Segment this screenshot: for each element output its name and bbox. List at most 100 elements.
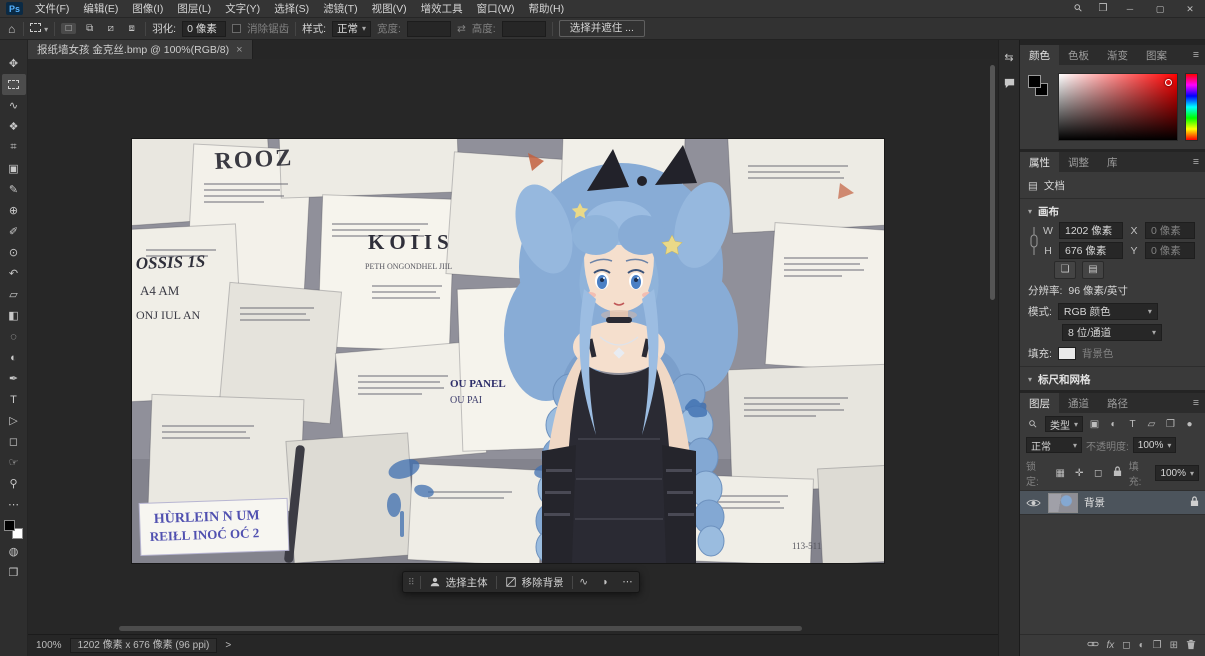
saturation-brightness-field[interactable] <box>1058 73 1178 141</box>
layer-visibility-eye-icon[interactable] <box>1024 498 1042 508</box>
vertical-scrollbar[interactable] <box>990 65 996 618</box>
lock-transparency-icon[interactable]: ▦ <box>1053 468 1068 479</box>
foreground-color-swatch[interactable] <box>4 520 15 531</box>
tab-properties[interactable]: 属性 <box>1020 152 1059 172</box>
panel-menu-icon[interactable]: ≡ <box>1187 152 1205 172</box>
filter-toggle-icon[interactable]: ● <box>1182 419 1197 430</box>
app-logo-icon[interactable]: Ps <box>6 2 23 15</box>
current-tool-preset[interactable]: ▾ <box>30 22 48 35</box>
canvas-width-input[interactable]: 1202 像素 <box>1059 222 1123 239</box>
panel-menu-icon[interactable]: ≡ <box>1187 45 1205 65</box>
style-select[interactable]: 正常 ▾ <box>332 20 372 37</box>
bit-depth-select[interactable]: 8 位/通道 ▾ <box>1062 324 1162 341</box>
height-input[interactable] <box>501 20 546 37</box>
panel-menu-icon[interactable]: ≡ <box>1187 393 1205 413</box>
new-selection-icon[interactable]: □ <box>61 23 77 34</box>
workspace-icon[interactable]: ❒ <box>1091 3 1115 14</box>
canvas-fill-swatch[interactable] <box>1057 347 1076 360</box>
delete-layer-icon[interactable] <box>1186 639 1196 653</box>
canvas-viewport[interactable]: ROOZ KOIIS PETH ONGONDHEL JIIL OSSIS 1S … <box>28 59 998 634</box>
new-adjustment-layer-icon[interactable]: ◐ <box>1139 640 1145 651</box>
canvas-height-input[interactable]: 676 像素 <box>1059 242 1123 259</box>
collapse-icon[interactable]: ▾ <box>1028 375 1032 384</box>
intersect-selection-icon[interactable]: ⧈ <box>124 23 139 34</box>
opacity-input[interactable]: 100% ▾ <box>1132 437 1177 453</box>
hand-tool[interactable]: ☞ <box>2 452 26 473</box>
width-input[interactable] <box>406 20 451 37</box>
blur-tool[interactable]: ◌ <box>2 326 26 347</box>
lock-position-icon[interactable]: ✛ <box>1072 468 1087 479</box>
canvas-image[interactable]: ROOZ KOIIS PETH ONGONDHEL JIIL OSSIS 1S … <box>113 119 908 567</box>
filter-smart-objects-icon[interactable]: ❐ <box>1163 419 1178 430</box>
menu-layer[interactable]: 图层(L) <box>170 0 218 18</box>
shape-tool[interactable]: ◻ <box>2 431 26 452</box>
hue-slider[interactable] <box>1185 73 1198 141</box>
more-options-icon[interactable]: ⋯ <box>617 572 639 592</box>
zoom-level[interactable]: 100% <box>36 640 62 651</box>
color-cursor[interactable] <box>1165 79 1172 86</box>
eyedropper-tool[interactable]: ✎ <box>2 179 26 200</box>
menu-image[interactable]: 图像(I) <box>125 0 170 18</box>
move-tool[interactable]: ✥ <box>2 53 26 74</box>
foreground-color-swatch[interactable] <box>1028 75 1041 88</box>
lasso-tool[interactable]: ∿ <box>2 95 26 116</box>
status-expand-icon[interactable]: > <box>225 640 231 651</box>
lock-all-icon[interactable] <box>1110 466 1125 480</box>
clone-stamp-tool[interactable]: ⊙ <box>2 242 26 263</box>
layer-effects-icon[interactable]: fx <box>1107 640 1115 651</box>
tab-swatches[interactable]: 色板 <box>1059 45 1098 65</box>
horizontal-scrollbar[interactable] <box>34 626 982 632</box>
filter-pixel-layers-icon[interactable]: ▣ <box>1087 419 1102 430</box>
fill-value[interactable]: 背景色 <box>1082 346 1114 361</box>
crop-tool[interactable]: ⌗ <box>2 137 26 158</box>
anti-alias-checkbox[interactable] <box>232 24 242 33</box>
menu-type[interactable]: 文字(Y) <box>218 0 267 18</box>
canvas-x-input[interactable]: 0 像素 <box>1145 222 1195 239</box>
remove-background-button[interactable]: 移除背景 <box>497 572 572 592</box>
document-tab[interactable]: 报纸墙女孩 金克丝.bmp @ 100%(RGB/8) × <box>28 40 253 59</box>
menu-plugins[interactable]: 增效工具 <box>414 0 470 18</box>
restore-icon[interactable]: ▢ <box>1145 0 1175 18</box>
collapse-icon[interactable]: ▾ <box>1028 207 1032 216</box>
layer-thumbnail[interactable] <box>1048 492 1078 513</box>
add-layer-mask-icon[interactable]: ◻ <box>1122 640 1130 651</box>
tab-paths[interactable]: 路径 <box>1098 393 1137 413</box>
lasso-icon[interactable]: ∿ <box>573 572 595 592</box>
path-selection-tool[interactable]: ▷ <box>2 410 26 431</box>
quick-mask-button[interactable]: ◍ <box>2 541 26 562</box>
tab-patterns[interactable]: 图案 <box>1137 45 1176 65</box>
filter-type-select[interactable]: 类型 ▾ <box>1045 416 1084 432</box>
brush-tool[interactable]: ✐ <box>2 221 26 242</box>
menu-view[interactable]: 视图(V) <box>365 0 414 18</box>
filter-type-layers-icon[interactable]: T <box>1125 419 1140 430</box>
link-layers-icon[interactable] <box>1086 639 1099 652</box>
link-dimensions-icon[interactable] <box>1028 226 1040 256</box>
tab-layers[interactable]: 图层 <box>1020 393 1059 413</box>
menu-help[interactable]: 帮助(H) <box>522 0 572 18</box>
menu-edit[interactable]: 编辑(E) <box>76 0 125 18</box>
select-and-mask-button[interactable]: 选择并遮住 ... <box>558 20 645 37</box>
tab-gradients[interactable]: 渐变 <box>1098 45 1137 65</box>
subtract-from-selection-icon[interactable]: ⧄ <box>103 23 118 34</box>
frame-tool[interactable]: ▣ <box>2 158 26 179</box>
menu-window[interactable]: 窗口(W) <box>470 0 522 18</box>
select-subject-button[interactable]: 选择主体 <box>421 572 496 592</box>
gradient-tool[interactable]: ◧ <box>2 305 26 326</box>
layer-row-background[interactable]: 背景 <box>1020 490 1205 515</box>
color-mode-select[interactable]: RGB 颜色 ▾ <box>1057 303 1158 320</box>
history-brush-tool[interactable]: ↶ <box>2 263 26 284</box>
canvas-section-label[interactable]: 画布 <box>1038 204 1059 219</box>
quick-selection-tool[interactable]: ❖ <box>2 116 26 137</box>
edit-toolbar-button[interactable]: ⋯ <box>2 494 26 515</box>
zoom-tool[interactable]: ⚲ <box>2 473 26 494</box>
filter-shape-layers-icon[interactable]: ▱ <box>1144 419 1159 430</box>
add-to-selection-icon[interactable]: ⧉ <box>82 23 97 34</box>
drag-handle-icon[interactable]: ⠿ <box>403 577 420 588</box>
menu-filter[interactable]: 滤镜(T) <box>316 0 364 18</box>
canvas-y-input[interactable]: 0 像素 <box>1145 242 1195 259</box>
new-layer-icon[interactable]: ⊞ <box>1170 640 1178 651</box>
rulers-grids-section-label[interactable]: 标尺和网格 <box>1038 372 1091 387</box>
healing-brush-tool[interactable]: ⊕ <box>2 200 26 221</box>
comments-panel-icon[interactable] <box>1001 76 1017 91</box>
close-icon[interactable]: ✕ <box>1175 0 1205 18</box>
